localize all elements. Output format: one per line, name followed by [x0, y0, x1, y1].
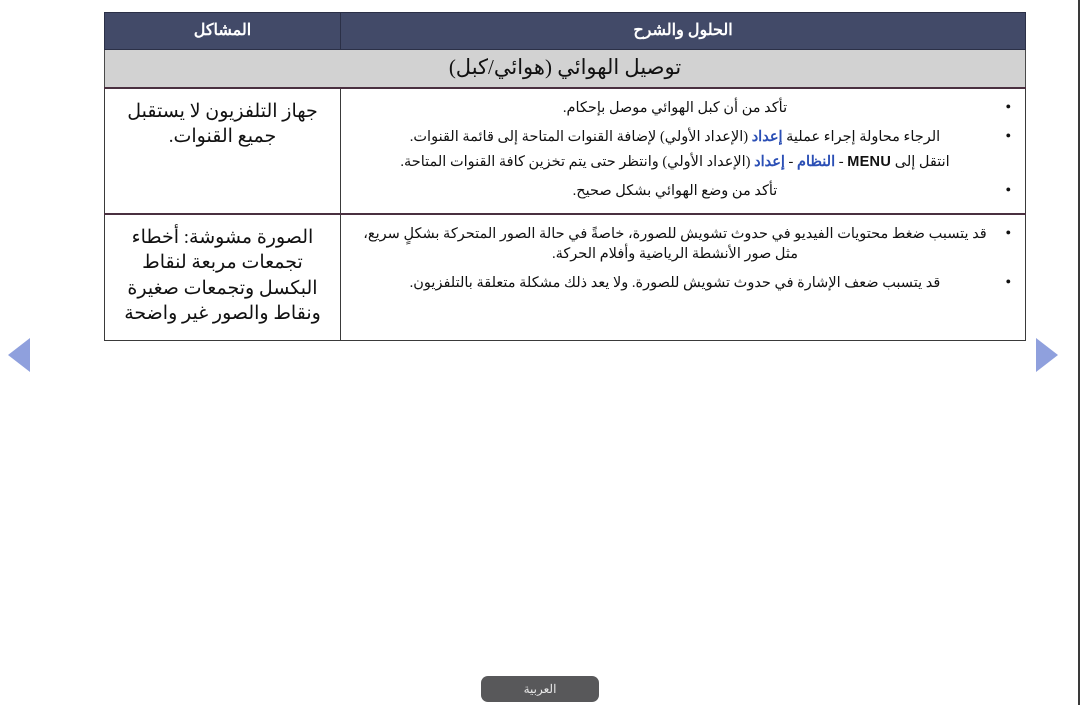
solution-text: الرجاء محاولة إجراء عملية [782, 129, 941, 146]
previous-page-arrow-icon[interactable] [8, 338, 30, 372]
table-body: توصيل الهوائي (هوائي/كبل) تأكد من أن كبل… [104, 49, 1026, 341]
table-header-row: الحلول والشرح المشاكل [104, 11, 1026, 51]
solution-bullet-item: تأكد من وضع الهوائي بشكل صحيح. [355, 181, 1011, 201]
table-row: قد يتسبب ضغط محتويات الفيديو في حدوث تشو… [104, 214, 1026, 341]
solution-text: (الإعداد الأولي) وانتظر حتى يتم تخزين كا… [400, 154, 755, 171]
table-row: تأكد من أن كبل الهوائي موصل بإحكام. الرجا… [104, 88, 1026, 216]
solution-bullet-item: قد يتسبب ضعف الإشارة في حدوث تشويش للصور… [355, 273, 1011, 293]
menu-path-highlight: إعداد [751, 129, 783, 146]
menu-path-highlight: إعداد [754, 154, 785, 171]
problem-text: الصورة مشوشة: أخطاء تجمعات مربعة لنقاط ا… [124, 227, 321, 324]
troubleshooting-table-wrapper: الحلول والشرح المشاكل توصيل الهوائي (هوا… [104, 11, 1026, 341]
solution-bullet-item: الرجاء محاولة إجراء عملية إعداد (الإعداد… [355, 127, 1011, 147]
solution-text: (الإعداد الأولي) لإضافة القنوات المتاحة … [409, 129, 752, 146]
solution-bullet-list: تأكد من أن كبل الهوائي موصل بإحكام. الرجا… [355, 98, 1011, 201]
problem-cell: الصورة مشوشة: أخطاء تجمعات مربعة لنقاط ا… [104, 214, 341, 341]
solution-text: تأكد من وضع الهوائي بشكل صحيح. [572, 183, 778, 200]
solution-bullet-item: انتقل إلى MENU - النظام - إعداد (الإعداد… [355, 152, 1011, 172]
menu-path-highlight: النظام [796, 154, 836, 171]
page-root: الحلول والشرح المشاكل توصيل الهوائي (هوا… [0, 0, 1080, 705]
solution-bullet-item: تأكد من أن كبل الهوائي موصل بإحكام. [355, 98, 1011, 118]
solution-text: قد يتسبب ضغط محتويات الفيديو في حدوث تشو… [363, 226, 987, 263]
section-title: توصيل الهوائي (هوائي/كبل) [104, 49, 1026, 90]
menu-key-label: MENU [847, 154, 892, 171]
solution-text: انتقل إلى [891, 154, 950, 171]
column-header-solution: الحلول والشرح [340, 11, 1026, 51]
troubleshooting-table: الحلول والشرح المشاكل توصيل الهوائي (هوا… [104, 11, 1026, 341]
next-page-arrow-icon[interactable] [1036, 338, 1058, 372]
section-band-row: توصيل الهوائي (هوائي/كبل) [104, 49, 1026, 90]
column-header-problem: المشاكل [104, 11, 341, 51]
language-button-label: العربية [523, 681, 557, 696]
solution-bullet-list: قد يتسبب ضغط محتويات الفيديو في حدوث تشو… [355, 224, 1011, 293]
solution-text: تأكد من أن كبل الهوائي موصل بإحكام. [562, 100, 788, 117]
solution-cell: تأكد من أن كبل الهوائي موصل بإحكام. الرجا… [340, 88, 1026, 216]
solution-cell: قد يتسبب ضغط محتويات الفيديو في حدوث تشو… [340, 214, 1026, 341]
solution-bullet-item: قد يتسبب ضغط محتويات الفيديو في حدوث تشو… [355, 224, 1011, 264]
solution-text: - [835, 154, 848, 171]
table-head: الحلول والشرح المشاكل [104, 11, 1026, 51]
language-button[interactable]: العربية [481, 676, 599, 702]
solution-text: قد يتسبب ضعف الإشارة في حدوث تشويش للصور… [409, 275, 941, 292]
problem-text: جهاز التلفزيون لا يستقبل جميع القنوات. [127, 101, 318, 148]
solution-text: - [784, 154, 797, 171]
problem-cell: جهاز التلفزيون لا يستقبل جميع القنوات. [104, 88, 341, 216]
